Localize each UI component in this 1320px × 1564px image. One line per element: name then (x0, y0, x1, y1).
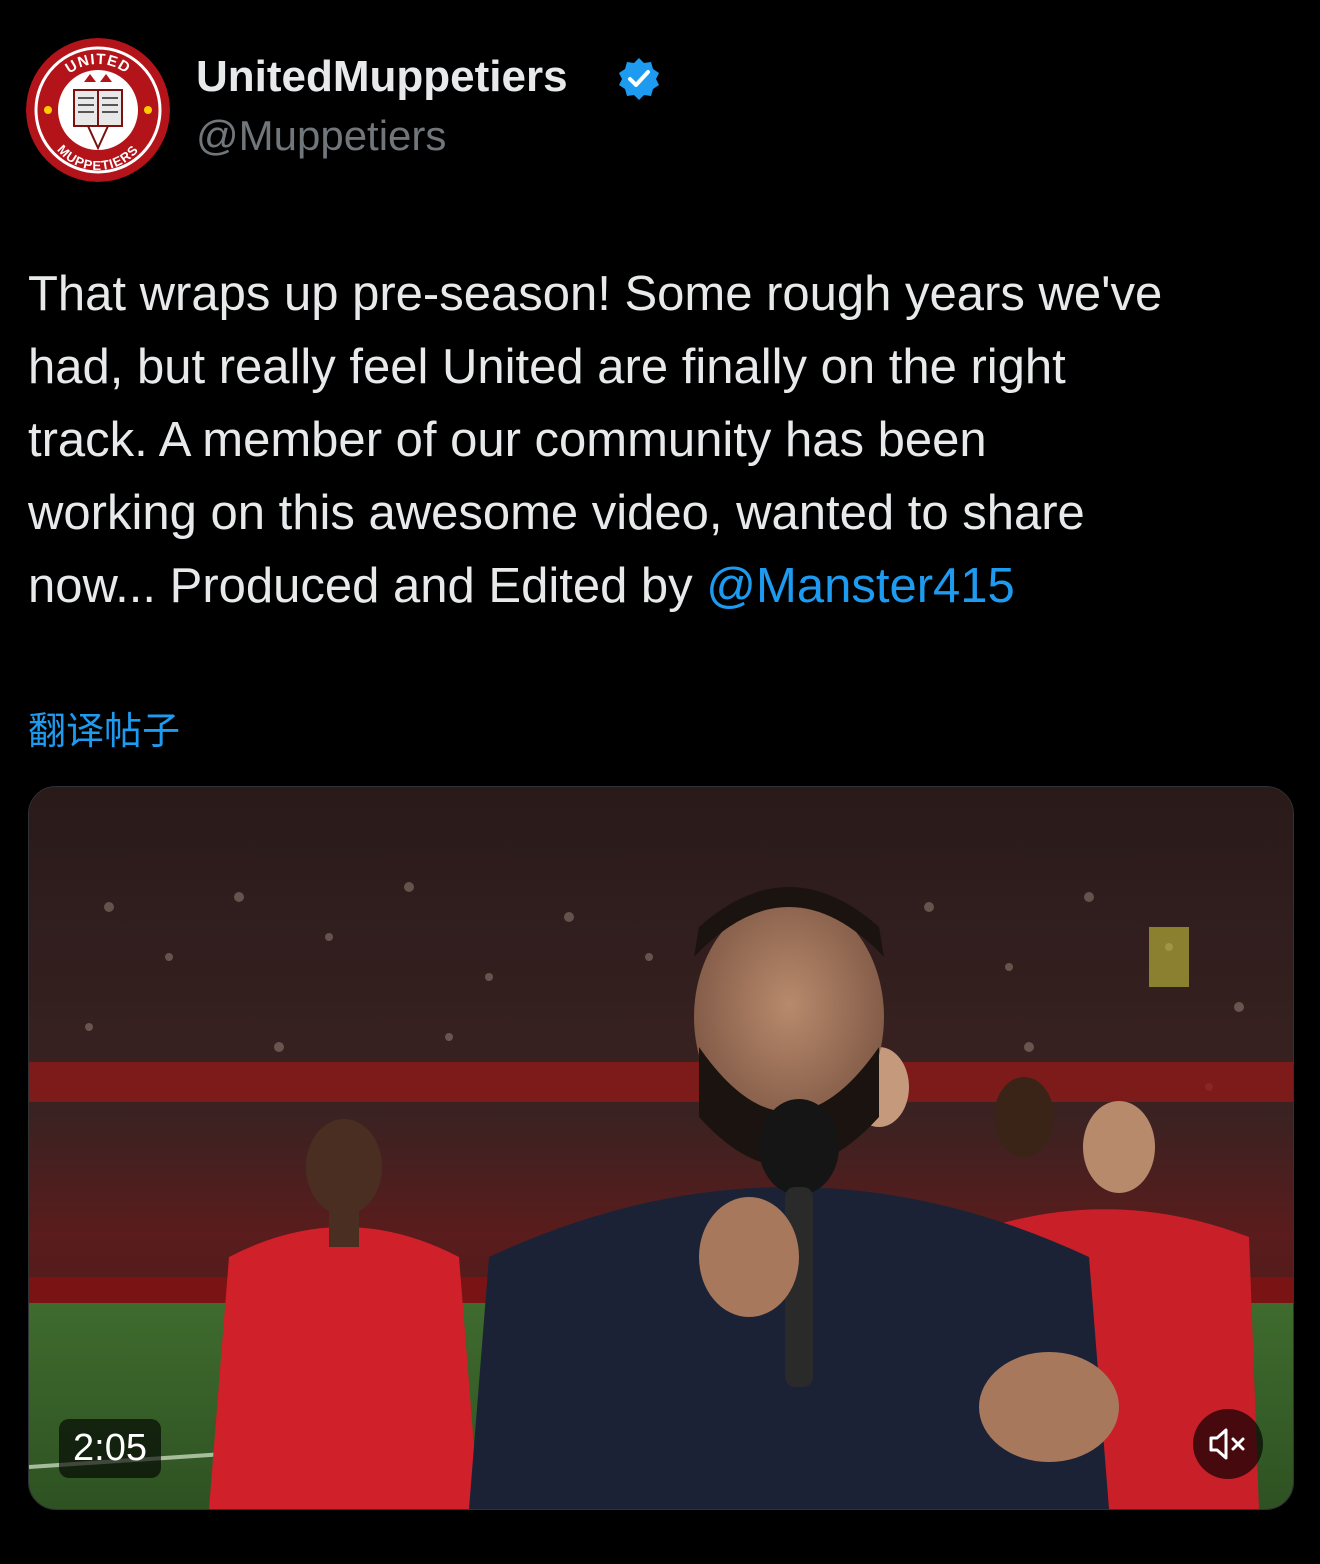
display-name[interactable]: UnitedMuppetiers (196, 52, 568, 102)
video-frame (29, 787, 1293, 1509)
post-text-last-line: now... Produced and Edited by @Manster41… (28, 550, 1294, 623)
club-logo-icon: UNITED MUPPETIERS (26, 38, 170, 182)
mention-link[interactable]: @Manster415 (706, 559, 1015, 613)
video-duration: 2:05 (59, 1419, 161, 1478)
video-player[interactable]: 2:05 (28, 786, 1294, 1510)
verified-badge-icon (616, 56, 662, 102)
post-text: That wraps up pre-season! Some rough yea… (28, 258, 1294, 623)
speaker-muted-icon (1209, 1428, 1245, 1460)
translate-post-link[interactable]: 翻译帖子 (28, 700, 180, 755)
mute-toggle-button[interactable] (1193, 1409, 1263, 1479)
post-text-line: That wraps up pre-season! Some rough yea… (28, 267, 1163, 321)
user-handle[interactable]: @Muppetiers (196, 112, 446, 160)
post-text-line: working on this awesome video, wanted to… (28, 486, 1085, 540)
post-text-line: track. A member of our community has bee… (28, 413, 987, 467)
post-text-line-prefix: now... Produced and Edited by (28, 559, 707, 613)
post: UNITED MUPPETIERS UnitedMuppetiers @Mupp… (0, 0, 1320, 1564)
avatar[interactable]: UNITED MUPPETIERS (26, 38, 170, 182)
post-text-line: had, but really feel United are finally … (28, 340, 1066, 394)
